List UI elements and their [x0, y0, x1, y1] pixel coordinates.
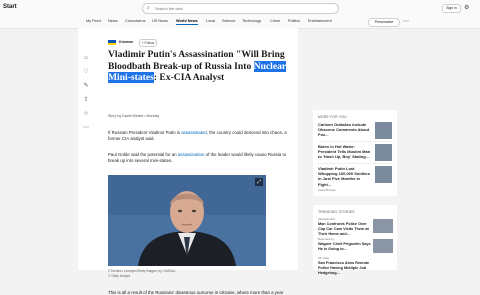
- trending-item-2-thumbnail[interactable]: [373, 239, 393, 253]
- source-name[interactable]: Kimmon: [119, 40, 133, 44]
- nav-item-entertainment[interactable]: Entertainment: [308, 19, 332, 23]
- trending-item-1[interactable]: Man Confronts Police Over Cop Car Cam Vi…: [318, 222, 374, 237]
- p2-link[interactable]: assassination: [178, 152, 205, 157]
- home-icon[interactable]: ⌂: [81, 53, 91, 63]
- source-logo: [108, 40, 116, 45]
- putin-portrait: [108, 175, 266, 266]
- like-icon[interactable]: ♡: [81, 67, 91, 77]
- nav-item-us-news[interactable]: US News: [152, 19, 168, 23]
- feed-browse-link[interactable]: Feed Browse: [318, 188, 336, 192]
- trending-source-3: SF Gate: [318, 256, 330, 260]
- p2-text-a: Paul Goble said the potential for an: [108, 152, 178, 157]
- search-input[interactable]: [155, 5, 330, 11]
- trending-header: TRENDING STORIES: [318, 210, 355, 214]
- search-box[interactable]: ⌕: [142, 3, 339, 14]
- p1-link[interactable]: assassinated: [181, 130, 207, 135]
- trending-item-2[interactable]: Wagner Chief Prigozhin Says He Is Going …: [318, 242, 374, 252]
- nav-item-politics[interactable]: Politics: [288, 19, 300, 23]
- nav-item-news[interactable]: News: [108, 19, 118, 23]
- personalize-button[interactable]: Personalize: [368, 18, 400, 27]
- article-title: Vladimir Putin's Assassination "Will Bri…: [108, 49, 293, 84]
- trending-item-3[interactable]: San Francisco Aims Remote Police Having …: [318, 261, 374, 276]
- divider: [318, 163, 392, 164]
- top-bar: Start ⌕ Sign in ⚙: [0, 0, 480, 17]
- more-item-2-thumbnail[interactable]: [375, 144, 392, 161]
- more-item-3[interactable]: Vladimir Putin Lost Whopping 100,000 Sol…: [318, 166, 373, 187]
- nav-item-science[interactable]: Science: [222, 19, 236, 23]
- bookmark-icon[interactable]: ☆: [81, 109, 91, 119]
- paragraph-3: This is all a result of the Russians' di…: [108, 290, 284, 295]
- trending-panel: TRENDING STORIES Motherboard Man Confron…: [313, 205, 397, 275]
- more-item-1[interactable]: Carlson Outtakes Include Obscene Comment…: [318, 122, 373, 138]
- nav-item-local[interactable]: Local: [206, 19, 215, 23]
- sign-in-button[interactable]: Sign in: [442, 4, 461, 13]
- nav-item-crime[interactable]: Crime: [270, 19, 280, 23]
- title-part-2: : Ex-CIA Analyst: [153, 72, 225, 84]
- nav-item-world-news[interactable]: World News: [176, 19, 198, 25]
- comment-icon[interactable]: ✎: [81, 81, 91, 91]
- paragraph-2: Paul Goble said the potential for an ass…: [108, 152, 288, 165]
- article-photo[interactable]: ⤢: [108, 175, 266, 266]
- byline: Story by David Wetzel • Monday: [108, 114, 160, 118]
- more-item-1-thumbnail[interactable]: [375, 122, 392, 139]
- more-icon[interactable]: ⋯: [81, 123, 91, 133]
- nav-item-technology[interactable]: Technology: [242, 19, 261, 23]
- more-for-you-panel: MORE FOR YOU Carlson Outtakes Include Ob…: [313, 110, 397, 196]
- follow-button[interactable]: + Follow: [139, 39, 157, 47]
- divider: [318, 141, 392, 142]
- settings-icon[interactable]: ⚙: [464, 4, 469, 11]
- expand-icon[interactable]: ⤢: [255, 178, 263, 186]
- trending-source-2: Boomerang: [318, 237, 334, 241]
- brand-label[interactable]: Start: [3, 4, 17, 10]
- p1-text-a: If Russian President Vladimir Putin is: [108, 130, 182, 135]
- nav-item-coronavirus[interactable]: Coronavirus: [125, 19, 145, 23]
- paragraph-1: If Russian President Vladimir Putin is a…: [108, 130, 288, 143]
- trending-source-1: Motherboard: [318, 217, 336, 221]
- more-item-3-thumbnail[interactable]: [375, 166, 392, 183]
- search-icon: ⌕: [147, 5, 150, 11]
- photo-credit: © Getty Images: [108, 274, 131, 278]
- more-options-icon[interactable]: ⋯: [403, 18, 409, 25]
- nav-item-my-feed[interactable]: My Feed: [86, 19, 101, 23]
- trending-item-1-thumbnail[interactable]: [373, 219, 393, 233]
- more-item-2[interactable]: Biden in Hot Water: President Tells Musl…: [318, 144, 373, 160]
- share-icon[interactable]: ⇪: [81, 95, 91, 105]
- more-for-you-header: MORE FOR YOU: [318, 115, 347, 119]
- article-card: ⌂ ♡ ✎ ⇪ ☆ ⋯ Kimmon + Follow Vladimir Put…: [78, 28, 298, 295]
